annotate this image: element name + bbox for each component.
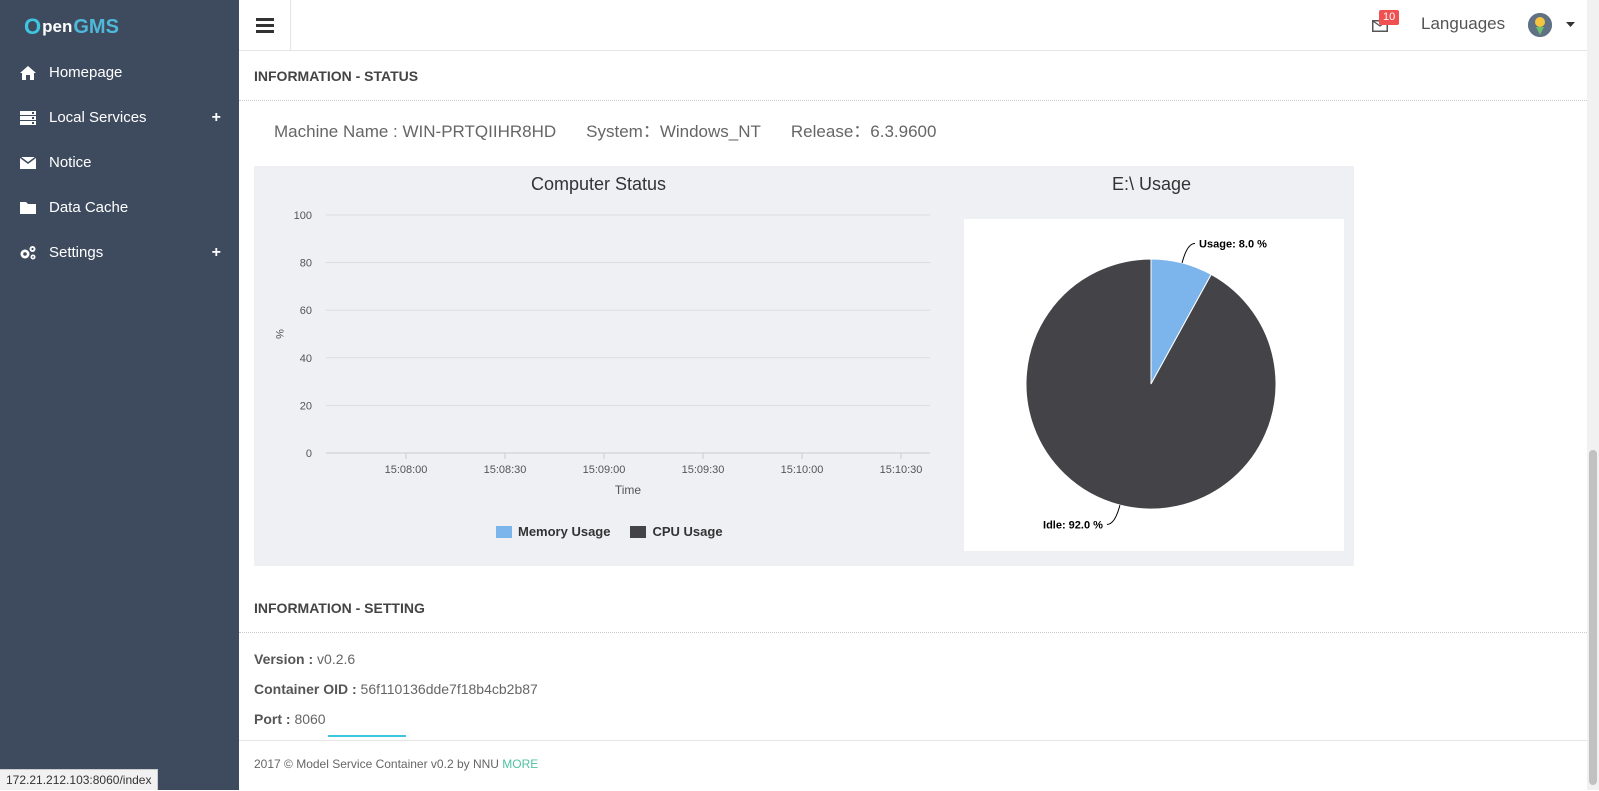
legend-label: Memory Usage (518, 524, 611, 539)
hamburger-icon (255, 17, 274, 33)
setting-section-title: INFORMATION - SETTING (254, 600, 425, 616)
sidebar-item-label: Data Cache (49, 199, 129, 216)
x-tick-label: 15:08:30 (484, 464, 527, 476)
mail-count-badge: 10 (1379, 10, 1400, 25)
top-bar: 10 Languages (239, 0, 1599, 51)
sidebar-item-data-cache[interactable]: Data Cache (0, 185, 239, 230)
y-tick-label: 0 (306, 448, 312, 460)
pie-data-label: Usage: 8.0 % (1199, 239, 1267, 251)
x-tick-label: 15:08:00 (385, 464, 428, 476)
port-value: 8060 (290, 711, 326, 727)
y-tick-label: 100 (294, 210, 312, 222)
folder-icon (19, 200, 37, 216)
chevron-down-icon[interactable] (1566, 22, 1575, 28)
envelope-icon (19, 155, 37, 171)
machine-info: Machine Name : WIN-PRTQIIHR8HD System：Win… (274, 117, 966, 142)
legend-swatch-memory (496, 525, 512, 538)
pie-chart-title: E:\ Usage (1112, 174, 1192, 194)
sidebar-nav: Homepage Local Services + Notice Data Ca… (0, 50, 239, 275)
legend-swatch-cpu (630, 525, 647, 538)
logo-pen: pen (42, 17, 73, 36)
expand-plus-icon[interactable]: + (212, 109, 221, 127)
pie-slice-idle[interactable] (1025, 258, 1277, 510)
sidebar-item-label: Notice (49, 154, 92, 171)
pie-chart-box: Usage: 8.0 % Idle: 92.0 % (964, 219, 1344, 551)
x-tick-label: 15:09:00 (583, 464, 626, 476)
opengms-logo[interactable]: Open GMS (24, 10, 119, 44)
edit-button[interactable] (328, 735, 406, 737)
sidebar-item-label: Homepage (49, 64, 123, 81)
footer-copyright: 2017 © Model Service Container v0.2 by N… (254, 757, 503, 771)
container-oid-row: Container OID : 56f110136dde7f18b4cb2b87 (254, 681, 538, 697)
languages-dropdown[interactable]: Languages (1421, 14, 1505, 34)
x-axis-label: Time (615, 483, 642, 497)
gears-icon (19, 245, 37, 261)
legend-label: CPU Usage (652, 524, 723, 539)
y-tick-label: 20 (300, 400, 312, 412)
divider (239, 100, 1587, 101)
container-oid-value: 56f110136dde7f18b4cb2b87 (356, 681, 538, 697)
menu-toggle-button[interactable] (239, 0, 291, 50)
y-tick-label: 80 (300, 258, 312, 270)
pie-data-label: Idle: 92.0 % (1043, 519, 1103, 531)
sidebar-item-settings[interactable]: Settings + (0, 230, 239, 275)
machine-name: Machine Name : WIN-PRTQIIHR8HD (274, 122, 557, 141)
y-tick-label: 60 (300, 305, 312, 317)
footer: 2017 © Model Service Container v0.2 by N… (239, 740, 1587, 791)
port-row: Port : 8060 (254, 711, 326, 727)
footer-more-link[interactable]: MORE (502, 757, 538, 771)
home-icon (19, 65, 37, 81)
line-chart: 100 80 60 40 20 0 15:08:00 15:08:30 15:09:00 15:0… (273, 210, 930, 497)
pie-chart: Usage: 8.0 % Idle: 92.0 % (1025, 239, 1277, 531)
release-version: Release：6.3.9600 (790, 122, 937, 141)
version-value: v0.2.6 (313, 651, 356, 667)
y-axis-label: % (273, 329, 285, 339)
sidebar-item-label: Settings (49, 244, 104, 261)
x-tick-label: 15:10:30 (880, 464, 923, 476)
avatar[interactable] (1528, 13, 1552, 37)
x-tick-label: 15:10:00 (781, 464, 824, 476)
legend-item-cpu[interactable]: CPU Usage (630, 524, 723, 539)
container-oid-label: Container OID : (254, 681, 357, 697)
port-label: Port : (254, 711, 291, 727)
footer-text: 2017 © Model Service Container v0.2 by N… (254, 757, 538, 771)
sidebar-item-homepage[interactable]: Homepage (0, 50, 239, 95)
line-chart-legend: Memory Usage CPU Usage (496, 524, 743, 539)
page-scrollbar[interactable] (1587, 0, 1599, 790)
version-label: Version : (254, 651, 314, 667)
sidebar-item-notice[interactable]: Notice (0, 140, 239, 185)
sidebar-item-label: Local Services (49, 109, 147, 126)
logo-gms: GMS (73, 15, 119, 38)
logo-mark: O (24, 14, 42, 39)
version-row: Version : v0.2.6 (254, 651, 355, 667)
pie-connector (1181, 243, 1196, 264)
scrollbar-thumb[interactable] (1589, 450, 1597, 785)
system-name: System：Windows_NT (586, 122, 761, 141)
status-section-title: INFORMATION - STATUS (254, 68, 419, 84)
pie-connector (1106, 504, 1121, 525)
server-icon (19, 110, 37, 126)
divider (239, 632, 1587, 633)
expand-plus-icon[interactable]: + (212, 244, 221, 262)
x-tick-label: 15:09:30 (682, 464, 725, 476)
sidebar-item-local-services[interactable]: Local Services + (0, 95, 239, 140)
y-tick-label: 40 (300, 353, 312, 365)
charts-panel: Computer Status 100 80 60 40 20 0 15:08:00 15:0… (254, 166, 1354, 566)
sidebar: Open GMS Homepage Local Services + Notice (0, 0, 239, 790)
legend-item-memory[interactable]: Memory Usage (496, 524, 610, 539)
status-bar-url: 172.21.212.103:8060/index (0, 769, 159, 790)
